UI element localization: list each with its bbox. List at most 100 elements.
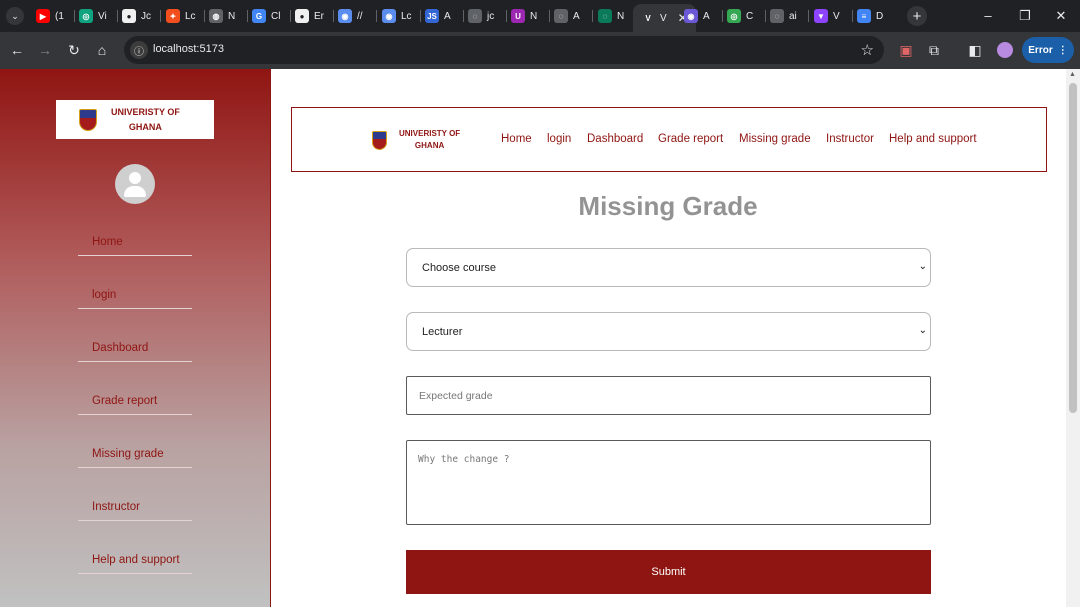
tab-separator — [506, 10, 507, 22]
tab-separator — [549, 10, 550, 22]
extension-icon[interactable]: ▣ — [897, 41, 915, 59]
site-info-icon[interactable]: ⓘ — [130, 41, 148, 59]
tab-search-icon[interactable]: ⌄ — [6, 7, 24, 25]
url-text: localhost:5173 — [153, 43, 224, 55]
browser-tab[interactable]: ◌ N — [598, 6, 624, 26]
tab-label: (1 — [55, 10, 64, 22]
close-window-icon[interactable]: ✕ — [1051, 8, 1071, 24]
side-panel-icon[interactable]: ◧ — [966, 41, 984, 59]
extensions-puzzle-icon[interactable]: ⧉ — [925, 41, 943, 59]
sidebar-item-home[interactable]: Home — [78, 236, 192, 256]
scrollbar-thumb[interactable] — [1069, 83, 1077, 413]
browser-tab[interactable]: ✦ Lc — [166, 6, 196, 26]
tab-strip: ⌄ ▶ (1 ◎ Vi ● Jc ✦ Lc ◍ N G Cl ● Er ◉//◉ Lc JS A ◌ jc U N ◌ A ◌ N… — [0, 0, 1080, 32]
browser-tab[interactable]: G Cl — [252, 6, 280, 26]
browser-tab[interactable]: ◉ // — [338, 6, 363, 26]
github-icon: ◌ — [468, 9, 482, 23]
tab-label: Lc — [401, 10, 412, 22]
tab-label: // — [357, 10, 363, 22]
browser-tab[interactable]: ◌ jc — [468, 6, 494, 26]
browser-tab[interactable]: ● Er — [295, 6, 324, 26]
expected-grade-input[interactable]: Expected grade — [406, 376, 931, 415]
home-icon[interactable]: ⌂ — [93, 41, 111, 59]
tab-separator — [852, 10, 853, 22]
tab-separator — [247, 10, 248, 22]
address-bar[interactable]: ⓘ localhost:5173 ☆ — [124, 36, 884, 64]
tab-separator — [722, 10, 723, 22]
lecturer-select[interactable]: Lecturer ⌄ — [406, 312, 931, 351]
tab-label: A — [444, 10, 451, 22]
browser-tab[interactable]: ◎ Vi — [79, 6, 107, 26]
vite-icon: V — [641, 11, 655, 25]
tab-label: C — [746, 10, 754, 22]
nav-link-dashboard[interactable]: Dashboard — [587, 133, 643, 145]
nav-link-grade-report[interactable]: Grade report — [658, 133, 723, 145]
bookmark-star-icon[interactable]: ☆ — [861, 41, 874, 59]
tab-label: Er — [314, 10, 324, 22]
tab-separator — [333, 10, 334, 22]
tab-separator — [765, 10, 766, 22]
app-icon: ◉ — [684, 9, 698, 23]
sidebar-item-instructor[interactable]: Instructor — [78, 501, 192, 521]
minimize-icon[interactable]: – — [978, 8, 998, 23]
tab-separator — [808, 10, 809, 22]
browser-tab[interactable]: UN — [511, 6, 537, 26]
reload-icon[interactable]: ↻ — [65, 41, 83, 59]
globe-icon: ◍ — [209, 9, 223, 23]
tab-separator — [160, 10, 161, 22]
page-scrollbar[interactable]: ▲ — [1066, 69, 1080, 607]
browser-tab[interactable]: ◌ A — [554, 6, 580, 26]
profile-avatar[interactable] — [996, 41, 1014, 59]
tab-label: Lc — [185, 10, 196, 22]
sidebar-item-label: Grade report — [92, 395, 158, 407]
tab-label: Cl — [271, 10, 281, 22]
back-icon[interactable]: ← — [8, 41, 26, 59]
nav-link-instructor[interactable]: Instructor — [826, 133, 874, 145]
js-icon: JS — [425, 9, 439, 23]
tab-separator — [74, 10, 75, 22]
university-logo[interactable]: UNIVERISTY OF GHANA — [56, 100, 214, 139]
app-icon: ◌ — [554, 9, 568, 23]
top-navbar: UNIVERISTY OF GHANA Home login Dashboard… — [291, 107, 1047, 172]
nav-link-login[interactable]: login — [547, 133, 571, 145]
sidebar-item-login[interactable]: login — [78, 289, 192, 309]
sidebar: UNIVERISTY OF GHANA Home login Dashboard… — [0, 69, 271, 607]
restore-icon[interactable]: ❐ — [1015, 8, 1035, 24]
browser-tab[interactable]: ≡ D — [857, 6, 883, 26]
logo-line-1: UNIVERISTY OF — [399, 129, 461, 138]
course-select[interactable]: Choose course ⌄ — [406, 248, 931, 287]
scroll-up-icon[interactable]: ▲ — [1069, 71, 1076, 78]
browser-tab[interactable]: ▼ V — [814, 6, 840, 26]
reason-textarea[interactable]: Why the change ? — [406, 440, 931, 525]
user-avatar-icon[interactable] — [115, 164, 155, 204]
more-menu-icon: ⋮ — [1057, 44, 1068, 56]
browser-tab[interactable]: ◎ C — [727, 6, 753, 26]
browser-tab[interactable]: ▶ (1 — [36, 6, 64, 26]
browser-tab[interactable]: ● Jc — [122, 6, 151, 26]
sidebar-item-help[interactable]: Help and support — [78, 554, 192, 574]
browser-tab[interactable]: JS A — [425, 6, 451, 26]
submit-button[interactable]: Submit — [406, 550, 931, 594]
app-icon: U — [511, 9, 525, 23]
nav-link-help[interactable]: Help and support — [889, 133, 977, 145]
error-button[interactable]: Error ⋮ — [1022, 37, 1074, 63]
tab-separator — [204, 10, 205, 22]
browser-toolbar: ← → ↻ ⌂ ⓘ localhost:5173 ☆ ▣ ⧉ ◧ Error ⋮ — [0, 32, 1080, 69]
sidebar-item-dashboard[interactable]: Dashboard — [78, 342, 192, 362]
sidebar-item-missing-grade[interactable]: Missing grade — [78, 448, 192, 468]
browser-tab[interactable]: ◌ ai — [770, 6, 797, 26]
nav-link-home[interactable]: Home — [501, 133, 532, 145]
main-content: UNIVERISTY OF GHANA Home login Dashboard… — [271, 69, 1065, 607]
sidebar-item-grade-report[interactable]: Grade report — [78, 395, 192, 415]
browser-tab[interactable]: ◉ A — [684, 6, 710, 26]
browser-tab[interactable]: ◉ Lc — [382, 6, 412, 26]
browser-tab[interactable]: ◍ N — [209, 6, 235, 26]
expected-grade-placeholder: Expected grade — [419, 390, 493, 402]
tab-label: Jc — [141, 10, 151, 22]
nav-link-missing-grade[interactable]: Missing grade — [739, 133, 811, 145]
forward-icon[interactable]: → — [36, 41, 54, 59]
tab-separator — [117, 10, 118, 22]
new-tab-button[interactable]: + — [907, 6, 927, 26]
navbar-logo[interactable]: UNIVERISTY OF GHANA — [372, 128, 460, 152]
sidebar-item-label: Missing grade — [92, 448, 164, 460]
